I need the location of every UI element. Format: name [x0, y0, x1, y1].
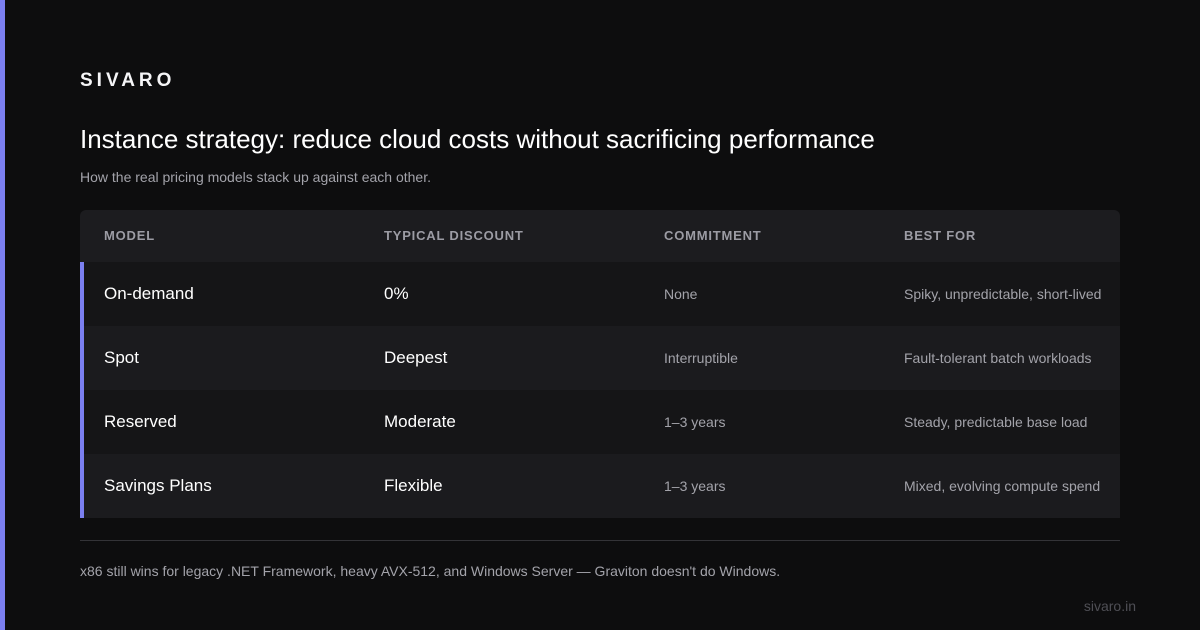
accent-bar	[0, 0, 5, 630]
cell-model: On-demand	[104, 284, 194, 303]
cell-model: Savings Plans	[104, 476, 212, 495]
brand-logo: SIVARO	[80, 70, 176, 91]
cell-commitment: 1–3 years	[664, 414, 726, 430]
table-row: Savings Plans Flexible 1–3 years Mixed, …	[80, 454, 1120, 518]
cell-discount: Flexible	[384, 476, 443, 495]
cell-best-for: Spiky, unpredictable, short-lived	[904, 286, 1102, 302]
cell-commitment: None	[664, 286, 698, 302]
cell-model: Reserved	[104, 412, 177, 431]
header-best-for: BEST FOR	[904, 228, 977, 243]
cell-best-for: Mixed, evolving compute spend	[904, 478, 1101, 494]
header-typical-discount: TYPICAL DISCOUNT	[384, 228, 524, 243]
table-row: Spot Deepest Interruptible Fault-toleran…	[80, 326, 1120, 390]
pricing-table: MODEL TYPICAL DISCOUNT COMMITMENT BEST F…	[80, 210, 1120, 518]
cell-commitment: 1–3 years	[664, 478, 726, 494]
cell-commitment: Interruptible	[664, 350, 738, 366]
page-title: Instance strategy: reduce cloud costs wi…	[80, 124, 875, 154]
table-header: MODEL TYPICAL DISCOUNT COMMITMENT BEST F…	[80, 210, 1120, 262]
footnote: x86 still wins for legacy .NET Framework…	[80, 563, 781, 579]
footer-divider	[80, 540, 1120, 541]
header-commitment: COMMITMENT	[664, 228, 762, 243]
page-subtitle: How the real pricing models stack up aga…	[80, 169, 431, 185]
cell-model: Spot	[104, 348, 139, 367]
cell-discount: 0%	[384, 284, 409, 303]
cell-best-for: Steady, predictable base load	[904, 414, 1088, 430]
cell-discount: Deepest	[384, 348, 448, 367]
table-row: On-demand 0% None Spiky, unpredictable, …	[80, 262, 1120, 326]
table-row: Reserved Moderate 1–3 years Steady, pred…	[80, 390, 1120, 454]
header-model: MODEL	[104, 228, 155, 243]
cell-discount: Moderate	[384, 412, 456, 431]
cell-best-for: Fault-tolerant batch workloads	[904, 350, 1092, 366]
site-url: sivaro.in	[1083, 598, 1136, 614]
